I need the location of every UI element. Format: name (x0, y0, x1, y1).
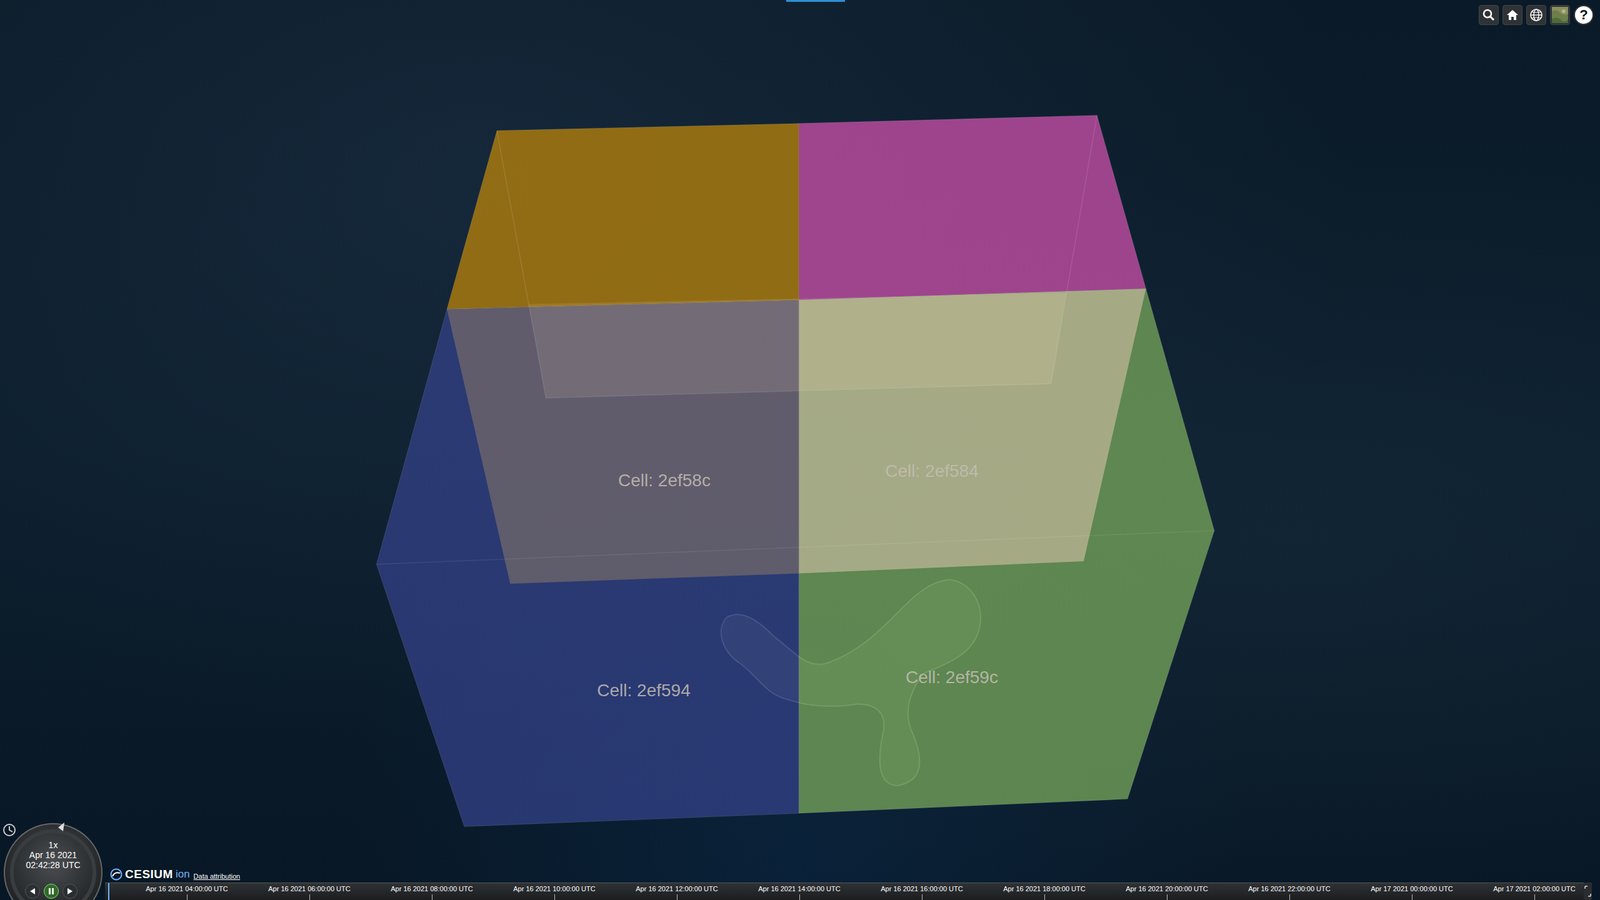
timeline-needle[interactable] (108, 883, 110, 900)
cesium-logo[interactable]: CESIUMion (110, 867, 190, 882)
timeline-label: Apr 16 2021 20:00:00 UTC (1105, 883, 1229, 900)
globe-icon (1528, 7, 1544, 23)
reverse-button[interactable] (25, 883, 40, 899)
fullscreen-icon (1583, 882, 1592, 900)
timeline-tick (799, 894, 800, 900)
timeline-label: Apr 16 2021 18:00:00 UTC (983, 883, 1106, 900)
timeline-tick (554, 894, 555, 900)
search-icon (1481, 8, 1496, 22)
timeline-tick (309, 894, 310, 900)
timeline-label: Apr 16 2021 22:00:00 UTC (1228, 883, 1351, 900)
timeline-label: Apr 16 2021 10:00:00 UTC (493, 883, 616, 900)
cesium-icon (110, 868, 123, 881)
scene-canvas[interactable] (0, 0, 1600, 900)
timeline-label-text: Apr 16 2021 16:00:00 UTC (880, 885, 963, 893)
timeline-tick (1534, 894, 1535, 900)
timeline-label: Apr 16 2021 14:00:00 UTC (738, 883, 861, 900)
pause-button[interactable] (43, 883, 59, 899)
play-button[interactable] (62, 883, 78, 899)
cell-wall (528, 293, 1067, 399)
timeline-label: Apr 16 2021 08:00:00 UTC (370, 883, 494, 900)
home-icon (1505, 8, 1520, 22)
fullscreen-button[interactable] (1583, 882, 1592, 900)
timeline-label: Apr 16 2021 12:00:00 UTC (615, 883, 739, 900)
toolbar: ? (1478, 5, 1594, 25)
scene-mode-button[interactable] (1526, 5, 1547, 25)
timeline-label-text: Apr 16 2021 20:00:00 UTC (1125, 885, 1208, 893)
playback-controls (25, 883, 78, 899)
grid-cell[interactable] (446, 123, 799, 310)
timeline-label-text: Apr 17 2021 02:00:00 UTC (1493, 885, 1575, 893)
help-label: ? (1579, 8, 1588, 22)
top-indicator (786, 0, 845, 2)
box-edge (376, 530, 1214, 565)
timeline-label: Apr 16 2021 16:00:00 UTC (860, 883, 984, 900)
timeline-label: Apr 16 2021 06:00:00 UTC (248, 883, 371, 900)
timeline-tick (1044, 894, 1045, 900)
map-viewer[interactable]: Cell: 2ef58c Cell: 2ef584 Cell: 2ef594 Cell… (0, 0, 1600, 900)
timeline-label-text: Apr 16 2021 18:00:00 UTC (1003, 885, 1085, 893)
timeline-label-text: Apr 16 2021 12:00:00 UTC (635, 885, 718, 893)
cell-label: Cell: 2ef58c (618, 470, 711, 491)
play-icon (66, 887, 74, 895)
cell-label: Cell: 2ef594 (596, 680, 690, 701)
credits: CESIUMionData attribution (110, 867, 240, 882)
timeline-label: Apr 17 2021 00:00:00 UTC (1350, 883, 1474, 900)
animation-date: Apr 16 2021 (29, 850, 77, 860)
animation-widget[interactable]: 1xApr 16 202102:42:28 UTC (0, 818, 107, 900)
timeline-label-text: Apr 16 2021 08:00:00 UTC (390, 885, 473, 893)
home-button[interactable] (1502, 5, 1523, 25)
cell-label: Cell: 2ef584 (885, 461, 979, 482)
timeline-label-text: Apr 16 2021 06:00:00 UTC (268, 885, 350, 893)
logo-suffix: ion (175, 868, 190, 881)
timeline-label: Apr 16 2021 04:00:00 UTC (125, 883, 249, 900)
timeline-tick (1289, 894, 1290, 900)
timeline-tick (921, 894, 923, 900)
data-attribution-link[interactable]: Data attribution (193, 872, 241, 882)
reverse-icon (28, 887, 37, 895)
grid-cell[interactable] (798, 115, 1146, 300)
timeline-tick (186, 894, 188, 900)
imagery-button[interactable] (1550, 5, 1570, 25)
search-button[interactable] (1478, 5, 1499, 25)
timeline-label-text: Apr 16 2021 04:00:00 UTC (145, 885, 228, 893)
box-edge (496, 115, 1097, 398)
logo-text: CESIUM (125, 867, 174, 882)
animation-time: 02:42:28 UTC (25, 860, 80, 870)
timeline-tick (676, 894, 678, 900)
timeline-label-text: Apr 16 2021 10:00:00 UTC (513, 885, 595, 893)
help-button[interactable]: ? (1573, 5, 1594, 25)
timeline-label: Apr 17 2021 02:00:00 UTC (1473, 883, 1596, 900)
timeline[interactable]: Apr 16 2021 04:00:00 UTC Apr 16 2021 06:0… (105, 882, 1592, 900)
timeline-tick (1166, 894, 1168, 900)
cell-label: Cell: 2ef59c (905, 667, 999, 688)
timeline-tick (431, 894, 433, 900)
timeline-label-text: Apr 16 2021 22:00:00 UTC (1248, 885, 1330, 893)
pause-icon (47, 887, 55, 895)
imagery-icon (1551, 6, 1569, 24)
animation-speed: 1x (48, 840, 59, 850)
timeline-label-text: Apr 16 2021 14:00:00 UTC (758, 885, 840, 893)
timeline-label-text: Apr 17 2021 00:00:00 UTC (1370, 885, 1453, 893)
timeline-tick (1411, 894, 1413, 900)
